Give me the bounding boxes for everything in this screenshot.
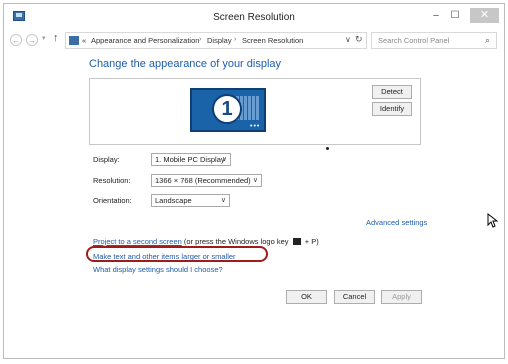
page-title: Change the appearance of your display (89, 58, 282, 70)
project-hint-key: + P) (304, 237, 319, 246)
control-panel-icon (69, 36, 79, 45)
monitor-1-icon[interactable]: 1 ••• (190, 88, 266, 132)
orientation-select[interactable]: Landscape ∨ (151, 194, 230, 207)
close-button[interactable]: ✕ (470, 8, 499, 23)
identify-button[interactable]: Identify (372, 102, 412, 116)
project-row: Project to a second screen (or press the… (93, 237, 319, 246)
resolution-select[interactable]: 1366 × 768 (Recommended) ∨ (151, 174, 262, 187)
monitor-number: 1 (212, 94, 242, 124)
breadcrumb-overflow[interactable]: « (82, 36, 86, 45)
search-placeholder: Search Control Panel (378, 36, 450, 45)
minimize-button[interactable]: – (427, 8, 445, 23)
address-bar[interactable]: « Appearance and Personalization › Displ… (65, 32, 367, 49)
cursor-dot (326, 147, 329, 150)
display-select[interactable]: 1. Mobile PC Display ∨ (151, 153, 231, 166)
display-preview-area: 1 ••• Detect Identify (89, 78, 421, 145)
detect-button[interactable]: Detect (372, 85, 412, 99)
breadcrumb-display[interactable]: Display (207, 36, 232, 45)
project-hint-text: (or press the Windows logo key (183, 237, 289, 246)
orientation-label: Orientation: (93, 196, 132, 205)
breadcrumb-screen-resolution[interactable]: Screen Resolution (242, 36, 303, 45)
breadcrumb-appearance[interactable]: Appearance and Personalization (91, 36, 199, 45)
navigation-bar: ← → ▾ ↑ « Appearance and Personalization… (4, 30, 504, 52)
recent-locations-chevron-icon[interactable]: ▾ (42, 34, 46, 42)
orientation-value: Landscape (155, 196, 192, 205)
advanced-settings-link[interactable]: Advanced settings (366, 218, 427, 227)
breadcrumb-separator: › (199, 36, 202, 43)
highlight-ring (86, 246, 268, 262)
taskbar-dots-icon: ••• (250, 123, 261, 130)
display-label: Display: (93, 155, 120, 164)
search-box[interactable]: Search Control Panel ⌕ (371, 32, 497, 49)
help-link[interactable]: What display settings should I choose? (93, 265, 223, 274)
resolution-label: Resolution: (93, 176, 131, 185)
forward-arrow-icon[interactable]: → (26, 34, 38, 46)
resolution-value: 1366 × 768 (Recommended) (155, 176, 251, 185)
project-second-screen-link[interactable]: Project to a second screen (93, 237, 182, 246)
back-arrow-icon[interactable]: ← (10, 34, 22, 46)
chevron-down-icon: ∨ (220, 197, 226, 204)
maximize-button[interactable]: ☐ (446, 8, 464, 23)
mouse-pointer-icon (487, 213, 498, 228)
refresh-icon[interactable]: ↻ (355, 34, 363, 45)
cancel-button[interactable]: Cancel (334, 290, 375, 304)
search-icon[interactable]: ⌕ (485, 35, 490, 46)
address-dropdown-icon[interactable]: ∨ (345, 35, 351, 44)
apply-button[interactable]: Apply (381, 290, 422, 304)
breadcrumb-separator: › (234, 36, 237, 43)
up-arrow-icon[interactable]: ↑ (53, 32, 59, 44)
chevron-down-icon: ∨ (221, 156, 227, 163)
windows-logo-icon (292, 238, 301, 245)
ok-button[interactable]: OK (286, 290, 327, 304)
display-value: 1. Mobile PC Display (155, 155, 225, 164)
title-bar: Screen Resolution – ☐ ✕ (4, 4, 504, 30)
chevron-down-icon: ∨ (252, 177, 258, 184)
